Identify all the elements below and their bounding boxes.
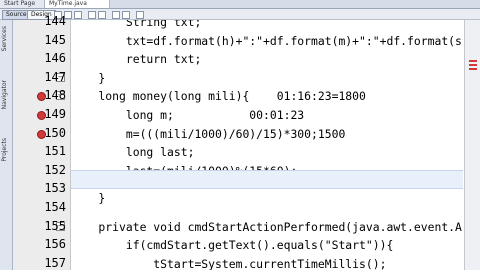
code-line[interactable]: } <box>71 69 463 88</box>
current-code-line[interactable] <box>71 170 463 189</box>
gutter-line: 144 <box>13 13 70 32</box>
code-line[interactable]: } <box>71 189 463 208</box>
gutter-line: −147 <box>13 69 70 88</box>
line-number: 154 <box>44 200 66 214</box>
code-line[interactable]: long last; <box>71 143 463 162</box>
line-number: 149 <box>44 107 66 121</box>
side-panel-projects[interactable]: Projects <box>1 138 8 162</box>
code-editor[interactable]: String txt; txt=df.format(h)+":"+df.form… <box>71 20 463 270</box>
gutter-line: 150 <box>13 125 70 144</box>
gutter-line: 149 <box>13 106 70 125</box>
gutter-line: 153 <box>13 180 70 199</box>
line-number: 156 <box>44 237 66 252</box>
find-next-icon[interactable] <box>98 11 106 19</box>
side-panel-strip: Services Navigator Projects <box>0 20 13 270</box>
line-number: 151 <box>44 144 66 159</box>
line-number: 145 <box>44 32 66 47</box>
code-line[interactable]: long m; 00:01:23 <box>71 106 463 125</box>
editor-tab-bar: Start Page MyTime.java <box>0 0 480 9</box>
code-line[interactable]: if(cmdStart.getText().equals("Start")){ <box>71 236 463 255</box>
gutter-line: 156 <box>13 236 70 255</box>
line-number: 148 <box>44 88 66 103</box>
error-stripe-mark[interactable] <box>469 68 477 70</box>
line-number: 155 <box>44 218 66 233</box>
gutter-line: −148 <box>13 87 70 106</box>
line-number-gutter: 144 145 146 −147 −148 149 150 151 152 15… <box>13 14 71 273</box>
line-number: 146 <box>44 51 66 66</box>
comment-icon[interactable] <box>122 11 130 19</box>
error-stripe-mark[interactable] <box>469 64 477 66</box>
gutter-line: 157 <box>13 255 70 273</box>
forward-icon[interactable] <box>74 11 82 19</box>
editor-toolbar: Source Design <box>0 9 480 20</box>
gutter-line: 146 <box>13 50 70 69</box>
gutter-line: 154 <box>13 199 70 218</box>
tab-start-page[interactable]: Start Page <box>0 0 45 8</box>
gutter-line: 145 <box>13 32 70 51</box>
gutter-line: 152 <box>13 162 70 181</box>
line-number: 147 <box>44 69 66 84</box>
side-panel-services[interactable]: Services <box>1 26 8 51</box>
editor-scrollbar[interactable] <box>464 20 480 270</box>
line-number: 153 <box>44 181 66 196</box>
record-macro-icon[interactable] <box>136 11 144 19</box>
gutter-line: 151 <box>13 143 70 162</box>
code-line[interactable]: return txt; <box>71 50 463 69</box>
toggle-bookmark-icon[interactable] <box>112 11 120 19</box>
line-number: 144 <box>44 14 66 28</box>
code-line[interactable]: private void cmdStartActionPerformed(jav… <box>71 218 463 237</box>
code-line[interactable]: long money(long mili){ 01:16:23=1800 <box>71 87 463 106</box>
code-line[interactable]: txt=df.format(h)+":"+df.format(m)+":"+df… <box>71 32 463 51</box>
search-icon[interactable] <box>88 11 96 19</box>
line-number: 150 <box>44 125 66 140</box>
line-number: 157 <box>44 255 66 270</box>
code-line[interactable]: m=(((mili/1000)/60)/15)*300;1500 <box>71 125 463 144</box>
line-number: 152 <box>44 162 66 177</box>
side-panel-navigator[interactable]: Navigator <box>1 80 8 109</box>
tab-mytime-java[interactable]: MyTime.java <box>45 0 110 8</box>
gutter-line: −155 <box>13 218 70 237</box>
code-line[interactable]: tStart=System.currentTimeMillis(); <box>71 255 463 270</box>
error-stripe-mark[interactable] <box>469 60 477 62</box>
code-line[interactable]: String txt; <box>71 20 463 32</box>
